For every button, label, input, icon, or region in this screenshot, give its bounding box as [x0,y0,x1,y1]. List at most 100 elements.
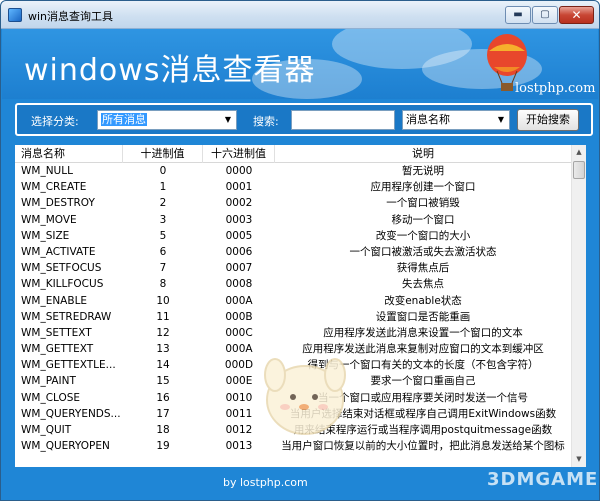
description-cell: 一个窗口被销毁 [386,197,460,210]
message-name-cell: WM_QUIT [21,424,72,436]
decimal-value-cell: 11 [156,310,170,323]
scrollbar-thumb[interactable] [573,161,585,179]
description-cell: 要求一个窗口重画自己 [370,375,476,388]
table-row[interactable]: WM_NULL 0 0000 暂无说明 [15,163,571,179]
message-name-cell: WM_SETREDRAW [21,310,112,323]
hex-value-cell: 0011 [225,407,253,420]
table-row[interactable]: WM_CREATE 1 0001 应用程序创建一个窗口 [15,179,571,195]
table-row[interactable]: WM_QUERYENDS... 17 0011 当用户选择结束对话框或程序自己调用Ex… [15,406,571,422]
category-select[interactable]: 所有消息 ▼ [97,110,237,130]
column-header-description[interactable]: 说明 [275,145,571,163]
decimal-value-cell: 10 [156,294,170,307]
message-name-cell: WM_KILLFOCUS [21,278,104,291]
banner-title: windows消息查看器 [24,53,316,88]
search-input[interactable] [291,110,395,130]
decimal-value-cell: 7 [159,262,167,275]
message-table[interactable]: 消息名称 十进制值 十六进制值 说明 WM_NULL 0 0000 暂无说明 WM_CR… [15,145,586,467]
hex-value-cell: 0005 [225,229,253,242]
table-row[interactable]: WM_MOVE 3 0003 移动一个窗口 [15,212,571,228]
table-row[interactable]: WM_QUIT 18 0012 用来结束程序运行或当程序调用postquitmessa… [15,422,571,438]
maximize-button[interactable]: ▢ [532,6,558,24]
decimal-value-cell: 19 [156,440,170,453]
scroll-up-button[interactable]: ▲ [572,145,586,160]
hex-value-cell: 0002 [225,197,253,210]
description-cell: 暂无说明 [402,165,444,177]
description-cell: 改变enable状态 [384,294,462,307]
message-name-cell: WM_MOVE [21,213,77,226]
table-row[interactable]: WM_SETTEXT 12 000C 应用程序发送此消息来设置一个窗口的文本 [15,325,571,341]
watermark: 3DMGAME [487,469,599,490]
hex-value-cell: 0010 [225,391,253,404]
table-row[interactable]: WM_QUERYOPEN 19 0013 当用户窗口恢复以前的大小位置时，把此消息发送… [15,438,571,454]
header-banner: windows消息查看器 lostphp.com [2,29,598,99]
hex-value-cell: 000E [225,375,253,388]
description-cell: 用来结束程序运行或当程序调用postquitmessage函数 [293,424,553,436]
banner-site[interactable]: lostphp.com [515,81,595,96]
decimal-value-cell: 13 [156,343,170,356]
table-row[interactable]: WM_DESTROY 2 0002 一个窗口被销毁 [15,195,571,211]
title-bar[interactable]: win消息查询工具 ▬ ▢ ✕ [1,1,599,29]
hex-value-cell: 0012 [225,424,253,436]
table-row[interactable]: WM_PAINT 15 000E 要求一个窗口重画自己 [15,373,571,389]
hex-value-cell: 0003 [225,213,253,226]
search-toolbar: 选择分类: 所有消息 ▼ 搜索: 消息名称 ▼ 开始搜索 [15,103,593,136]
hex-value-cell: 000D [224,359,254,372]
description-cell: 改变一个窗口的大小 [375,229,471,242]
decimal-value-cell: 5 [159,229,167,242]
hex-value-cell: 0000 [225,165,253,177]
start-search-button[interactable]: 开始搜索 [517,109,579,131]
description-cell: 移动一个窗口 [391,213,455,226]
decimal-value-cell: 2 [159,197,167,210]
message-name-cell: WM_CREATE [21,181,87,194]
search-field-selected-value: 消息名称 [406,113,450,126]
vertical-scrollbar[interactable]: ▲ ▼ [571,145,586,467]
message-name-cell: WM_NULL [21,165,73,177]
description-cell: 当用户窗口恢复以前的大小位置时，把此消息发送给某个图标 [281,440,565,453]
table-row[interactable]: WM_ENABLE 10 000A 改变enable状态 [15,293,571,309]
decimal-value-cell: 16 [156,391,170,404]
message-name-cell: WM_QUERYENDS... [21,407,121,420]
message-name-cell: WM_ENABLE [21,294,88,307]
table-row[interactable]: WM_KILLFOCUS 8 0008 失去焦点 [15,276,571,292]
message-name-cell: WM_ACTIVATE [21,245,96,258]
app-window: win消息查询工具 ▬ ▢ ✕ windows消息查看器 lostphp.com… [0,0,600,501]
hex-value-cell: 0013 [225,440,253,453]
decimal-value-cell: 8 [159,278,167,291]
decimal-value-cell: 3 [159,213,167,226]
chevron-down-icon[interactable]: ▼ [495,111,507,129]
description-cell: 一个窗口被激活或失去激活状态 [349,245,497,258]
minimize-button[interactable]: ▬ [505,6,531,24]
description-cell: 应用程序发送此消息来设置一个窗口的文本 [323,326,523,339]
hex-value-cell: 0007 [225,262,253,275]
category-selected-value: 所有消息 [101,113,147,126]
footer-credit: by lostphp.com [223,476,308,489]
table-row[interactable]: WM_GETTEXT 13 000A 应用程序发送此消息来复制对应窗口的文本到缓冲区 [15,341,571,357]
scroll-down-button[interactable]: ▼ [572,452,586,467]
table-row[interactable]: WM_CLOSE 16 0010 当一个窗口或应用程序要关闭时发送一个信号 [15,390,571,406]
message-name-cell: WM_SETFOCUS [21,262,102,275]
table-row[interactable]: WM_GETTEXTLE... 14 000D 得到与一个窗口有关的文本的长度（不包含… [15,357,571,373]
description-cell: 得到与一个窗口有关的文本的长度（不包含字符） [307,359,539,372]
table-row[interactable]: WM_SETREDRAW 11 000B 设置窗口是否能重画 [15,309,571,325]
table-row[interactable]: WM_ACTIVATE 6 0006 一个窗口被激活或失去激活状态 [15,244,571,260]
message-name-cell: WM_PAINT [21,375,76,388]
decimal-value-cell: 12 [156,326,170,339]
table-header: 消息名称 十进制值 十六进制值 说明 [15,145,571,163]
close-button[interactable]: ✕ [559,6,594,24]
chevron-down-icon[interactable]: ▼ [222,111,234,129]
description-cell: 失去焦点 [402,278,444,291]
column-header-hex[interactable]: 十六进制值 [203,145,275,163]
hex-value-cell: 0006 [225,245,253,258]
table-row[interactable]: WM_SIZE 5 0005 改变一个窗口的大小 [15,228,571,244]
description-cell: 当一个窗口或应用程序要关闭时发送一个信号 [318,391,528,404]
hex-value-cell: 000A [225,343,253,356]
search-label: 搜索: [253,115,279,128]
search-field-select[interactable]: 消息名称 ▼ [402,110,510,130]
message-name-cell: WM_GETTEXT [21,343,94,356]
decimal-value-cell: 18 [156,424,170,436]
description-cell: 获得焦点后 [396,262,450,275]
message-name-cell: WM_DESTROY [21,197,95,210]
column-header-name[interactable]: 消息名称 [15,145,123,163]
column-header-decimal[interactable]: 十进制值 [123,145,203,163]
table-row[interactable]: WM_SETFOCUS 7 0007 获得焦点后 [15,260,571,276]
